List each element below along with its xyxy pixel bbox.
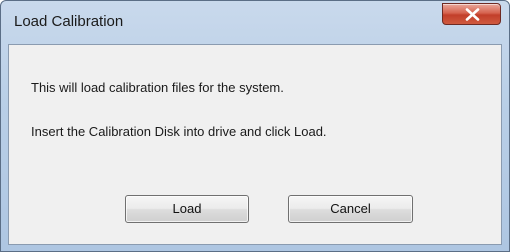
close-button[interactable] [442,3,501,25]
instruction-message: Insert the Calibration Disk into drive a… [31,124,327,139]
close-icon [465,8,480,21]
info-message: This will load calibration files for the… [31,80,284,95]
title-bar[interactable]: Load Calibration [1,1,509,37]
dialog-body: This will load calibration files for the… [8,44,502,245]
load-button[interactable]: Load [125,195,249,223]
window-title: Load Calibration [14,13,124,30]
cancel-button[interactable]: Cancel [288,195,413,223]
load-calibration-dialog: Load Calibration This will load calibrat… [0,0,510,252]
